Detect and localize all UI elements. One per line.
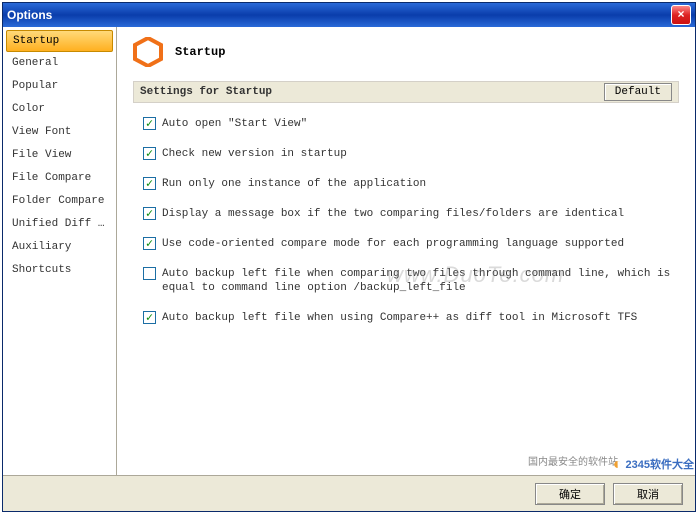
option-row: Use code-oriented compare mode for each …	[143, 237, 671, 251]
option-row: Run only one instance of the application	[143, 177, 671, 191]
checkbox[interactable]	[143, 267, 156, 280]
hexagon-icon	[133, 37, 163, 67]
main-panel: Startup Settings for Startup Default Aut…	[117, 27, 695, 475]
titlebar: Options ×	[3, 3, 695, 27]
default-button[interactable]: Default	[604, 83, 672, 101]
checkbox[interactable]	[143, 177, 156, 190]
option-label: Auto backup left file when comparing two…	[162, 267, 671, 295]
option-label: Display a message box if the two compari…	[162, 207, 624, 221]
option-label: Use code-oriented compare mode for each …	[162, 237, 624, 251]
close-icon[interactable]: ×	[671, 5, 691, 25]
option-row: Check new version in startup	[143, 147, 671, 161]
sidebar-item-shortcuts[interactable]: Shortcuts	[6, 260, 113, 282]
window-title: Options	[7, 8, 671, 22]
option-label: Auto backup left file when using Compare…	[162, 311, 637, 325]
option-label: Run only one instance of the application	[162, 177, 426, 191]
checkbox[interactable]	[143, 207, 156, 220]
sidebar-item-startup[interactable]: Startup	[6, 30, 113, 52]
sidebar-item-general[interactable]: General	[6, 53, 113, 75]
sidebar-item-folder-compare[interactable]: Folder Compare	[6, 191, 113, 213]
dialog-footer: 确定 取消	[3, 475, 695, 511]
sidebar-item-popular[interactable]: Popular	[6, 76, 113, 98]
checkbox[interactable]	[143, 311, 156, 324]
sidebar-item-color[interactable]: Color	[6, 99, 113, 121]
options-area: Auto open "Start View" Check new version …	[117, 107, 695, 475]
sidebar-item-view-font[interactable]: View Font	[6, 122, 113, 144]
checkbox[interactable]	[143, 237, 156, 250]
option-row: Auto open "Start View"	[143, 117, 671, 131]
sidebar-item-file-view[interactable]: File View	[6, 145, 113, 167]
sidebar-item-unified-diff-[interactable]: Unified Diff ...	[6, 214, 113, 236]
dialog-body: StartupGeneralPopularColorView FontFile …	[3, 27, 695, 475]
page-title: Startup	[175, 45, 225, 59]
option-label: Auto open "Start View"	[162, 117, 307, 131]
page-header: Startup	[117, 27, 695, 73]
section-title: Settings for Startup	[140, 86, 604, 98]
option-row: Auto backup left file when comparing two…	[143, 267, 671, 295]
checkbox[interactable]	[143, 117, 156, 130]
option-row: Display a message box if the two compari…	[143, 207, 671, 221]
sidebar: StartupGeneralPopularColorView FontFile …	[3, 27, 117, 475]
ok-button[interactable]: 确定	[535, 483, 605, 505]
option-label: Check new version in startup	[162, 147, 347, 161]
options-dialog: Options × StartupGeneralPopularColorView…	[2, 2, 696, 512]
sidebar-item-auxiliary[interactable]: Auxiliary	[6, 237, 113, 259]
section-bar: Settings for Startup Default	[133, 81, 679, 103]
sidebar-item-file-compare[interactable]: File Compare	[6, 168, 113, 190]
cancel-button[interactable]: 取消	[613, 483, 683, 505]
option-row: Auto backup left file when using Compare…	[143, 311, 671, 325]
checkbox[interactable]	[143, 147, 156, 160]
